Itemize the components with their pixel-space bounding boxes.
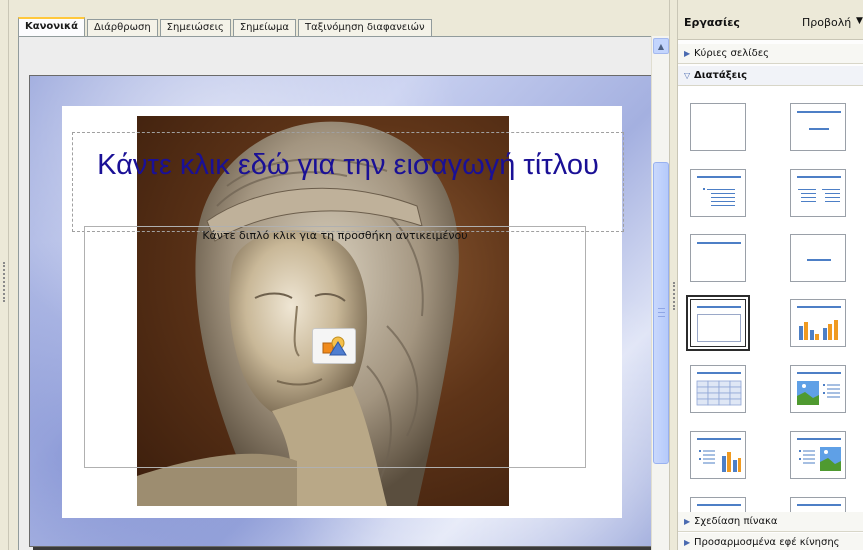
- tab-outline[interactable]: Διάρθρωση: [86, 19, 158, 36]
- layout-title-only-centered[interactable]: [790, 103, 846, 151]
- triangle-right-icon: ▶: [684, 49, 691, 58]
- scroll-up-button[interactable]: ▲: [653, 38, 669, 54]
- tab-handout[interactable]: Σημείωμα: [232, 19, 296, 36]
- scroll-thumb[interactable]: [653, 162, 669, 464]
- section-label: Προσαρμοσμένα εφέ κίνησης: [694, 537, 840, 548]
- layout-centered-text[interactable]: [790, 234, 846, 282]
- left-pane-grip[interactable]: [0, 0, 9, 550]
- tab-notes[interactable]: Σημειώσεις: [159, 19, 231, 36]
- task-pane-title: Εργασίες: [684, 16, 740, 29]
- chevron-down-icon[interactable]: ▼: [856, 16, 863, 26]
- triangle-right-icon: ▶: [684, 517, 691, 526]
- tab-normal[interactable]: Κανονικά: [18, 17, 85, 36]
- task-pane-header: Εργασίες Προβολή ▼: [678, 0, 863, 40]
- text-image-icon: [799, 447, 841, 471]
- section-custom-animation[interactable]: ▶ Προσαρμοσμένα εφέ κίνησης: [678, 533, 863, 550]
- section-master-pages[interactable]: ▶ Κύριες σελίδες: [678, 44, 863, 64]
- layout-title-text-image[interactable]: [790, 431, 846, 479]
- image-icon: [797, 381, 840, 405]
- section-table-design[interactable]: ▶ Σχεδίαση πίνακα: [678, 512, 863, 532]
- section-label: Σχεδίαση πίνακα: [694, 516, 778, 527]
- grip-dots: [3, 262, 5, 302]
- layout-title-table[interactable]: [690, 365, 746, 413]
- insert-object-button[interactable]: [312, 328, 356, 364]
- slide-edit-view: Κάντε κλικ εδώ για την εισαγωγή τίτλου Κ…: [18, 36, 657, 550]
- section-label: Κύριες σελίδες: [694, 48, 769, 59]
- layout-title-content[interactable]: [690, 169, 746, 217]
- section-label: Διατάξεις: [694, 70, 748, 81]
- text-chart-icon: [699, 450, 741, 472]
- insert-object-icon: [322, 336, 347, 356]
- chart-icon: [799, 320, 838, 340]
- slide[interactable]: Κάντε κλικ εδώ για την εισαγωγή τίτλου Κ…: [29, 75, 653, 547]
- pane-splitter[interactable]: [669, 0, 678, 550]
- view-menu-button[interactable]: Προβολή: [802, 16, 851, 29]
- layout-title-two-columns[interactable]: [790, 169, 846, 217]
- layout-more-1[interactable]: [690, 497, 746, 512]
- layout-title-image-text[interactable]: [790, 365, 846, 413]
- layout-blank[interactable]: [690, 103, 746, 151]
- tab-slide-sorter[interactable]: Ταξινόμηση διαφανειών: [298, 19, 432, 36]
- title-placeholder-text: Κάντε κλικ εδώ για την εισαγωγή τίτλου: [97, 149, 599, 181]
- layout-title-object[interactable]: [686, 295, 750, 351]
- vertical-scrollbar[interactable]: ▲: [651, 36, 669, 550]
- layouts-gallery: [678, 86, 863, 512]
- triangle-right-icon: ▶: [684, 538, 691, 547]
- section-layouts[interactable]: ▽ Διατάξεις: [678, 66, 863, 86]
- view-tabbar: Κανονικά Διάρθρωση Σημειώσεις Σημείωμα Τ…: [18, 17, 434, 36]
- title-placeholder[interactable]: [72, 132, 624, 232]
- task-pane: Εργασίες Προβολή ▼ ▶ Κύριες σελίδες ▽ Διατ…: [678, 0, 863, 550]
- table-icon: [696, 380, 742, 406]
- layout-title-chart[interactable]: [790, 299, 846, 347]
- splitter-dots: [673, 282, 675, 310]
- layout-more-2[interactable]: [790, 497, 846, 512]
- layout-title-only[interactable]: [690, 234, 746, 282]
- chevron-up-icon: ▲: [657, 41, 665, 51]
- triangle-down-icon: ▽: [684, 71, 691, 80]
- layout-title-text-chart[interactable]: [690, 431, 746, 479]
- impress-window: Κανονικά Διάρθρωση Σημειώσεις Σημείωμα Τ…: [0, 0, 863, 550]
- content-placeholder-text: Κάντε διπλό κλικ για τη προσθήκη αντικει…: [202, 229, 468, 242]
- thumb-grip: [658, 308, 665, 317]
